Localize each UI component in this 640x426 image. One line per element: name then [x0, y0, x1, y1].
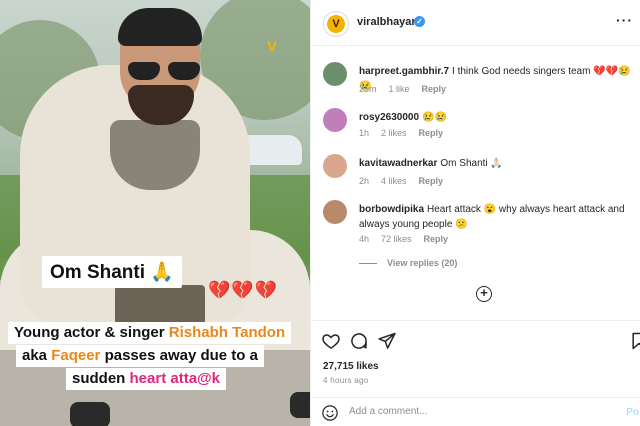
comment-meta: 25m 1 like Reply	[359, 84, 458, 94]
overlay-title: Om Shanti 🙏	[42, 256, 182, 288]
avatar-letter: V	[327, 15, 345, 33]
shoe	[290, 392, 310, 418]
share-icon[interactable]	[377, 331, 397, 351]
caption-highlight: heart atta@k	[129, 370, 221, 387]
caption-text: aka	[22, 347, 52, 364]
avatar[interactable]	[323, 154, 347, 178]
comment-likes[interactable]: 2 likes	[381, 128, 407, 138]
caption-text: Young actor & singer	[14, 324, 169, 341]
heart-icon[interactable]	[321, 331, 341, 351]
comment-likes[interactable]: 1 like	[389, 84, 410, 94]
comment-username[interactable]: rosy2630000	[359, 112, 419, 123]
comment-username[interactable]: borbowdipika	[359, 204, 424, 215]
username-link[interactable]: viralbhayani	[357, 16, 421, 28]
comment-text: borbowdipika Heart attack 😮 why always he…	[359, 202, 631, 232]
reply-button[interactable]: Reply	[419, 128, 444, 138]
likes-count[interactable]: 27,715 likes	[323, 361, 379, 372]
reply-button[interactable]: Reply	[424, 234, 449, 244]
comment-input[interactable]	[349, 406, 589, 417]
overlay-caption: Young actor & singer Rishabh Tandon aka …	[8, 322, 304, 391]
avatar[interactable]	[323, 108, 347, 132]
post-actions: 27,715 likes 4 hours ago Po	[311, 320, 640, 426]
load-more-comments-icon[interactable]: +	[476, 286, 492, 302]
comment-text: rosy2630000 😢😢	[359, 110, 631, 125]
caption-name: Rishabh Tandon	[168, 324, 286, 341]
avatar[interactable]: V	[323, 11, 349, 37]
caption-text: sudden	[72, 370, 130, 387]
post-time[interactable]: 4 hours ago	[323, 376, 369, 385]
comment-time[interactable]: 1h	[359, 128, 369, 138]
comment-likes[interactable]: 4 likes	[381, 176, 407, 186]
comments-list[interactable]: harpreet.gambhir.7 I think God needs sing…	[311, 46, 640, 320]
view-replies-button[interactable]: View replies (20)	[359, 258, 457, 268]
comment-likes[interactable]: 72 likes	[381, 234, 412, 244]
shoe	[70, 402, 110, 426]
comment-meta: 1h 2 likes Reply	[359, 128, 455, 138]
person-hair	[118, 8, 202, 46]
post-header: V viralbhayani ✓ ···	[311, 0, 640, 46]
avatar[interactable]	[323, 62, 347, 86]
broken-hearts: 💔💔💔	[208, 280, 279, 300]
caption-alias: Faqeer	[51, 347, 101, 364]
reply-button[interactable]: Reply	[419, 176, 444, 186]
comment-time[interactable]: 25m	[359, 84, 377, 94]
add-comment-bar: Po	[311, 397, 640, 426]
post-button[interactable]: Po	[626, 407, 639, 418]
comment-meta: 2h 4 likes Reply	[359, 176, 455, 186]
comment-time[interactable]: 4h	[359, 234, 369, 244]
comment-meta: 4h 72 likes Reply	[359, 234, 460, 244]
person-scarf	[110, 120, 200, 190]
watermark-logo: V	[266, 38, 277, 55]
comment-time[interactable]: 2h	[359, 176, 369, 186]
caption-line-3: sudden heart atta@k	[66, 368, 227, 390]
verified-badge-icon: ✓	[414, 16, 425, 27]
comment-body: 😢😢	[422, 112, 447, 123]
caption-line-2: aka Faqeer passes away due to a	[16, 345, 264, 367]
caption-text: passes away due to a	[100, 347, 258, 364]
avatar[interactable]	[323, 200, 347, 224]
sunglasses	[128, 62, 202, 82]
comment-body: Om Shanti 🙏🏻	[440, 158, 503, 169]
comment-text: kavitawadnerkar Om Shanti 🙏🏻	[359, 156, 631, 171]
caption-line-1: Young actor & singer Rishabh Tandon	[8, 322, 292, 344]
more-options-icon[interactable]: ···	[616, 12, 633, 28]
post-side-panel: V viralbhayani ✓ ··· harpreet.gambhir.7 I…	[310, 0, 640, 426]
bag	[115, 285, 205, 325]
save-icon[interactable]	[629, 331, 640, 351]
post-media[interactable]: V Om Shanti 🙏 💔💔💔 Young actor & singer R…	[0, 0, 310, 426]
comment-username[interactable]: kavitawadnerkar	[359, 158, 437, 169]
reply-button[interactable]: Reply	[422, 84, 447, 94]
comment-icon[interactable]	[349, 331, 369, 351]
emoji-icon[interactable]	[321, 404, 339, 422]
comment-username[interactable]: harpreet.gambhir.7	[359, 66, 449, 77]
